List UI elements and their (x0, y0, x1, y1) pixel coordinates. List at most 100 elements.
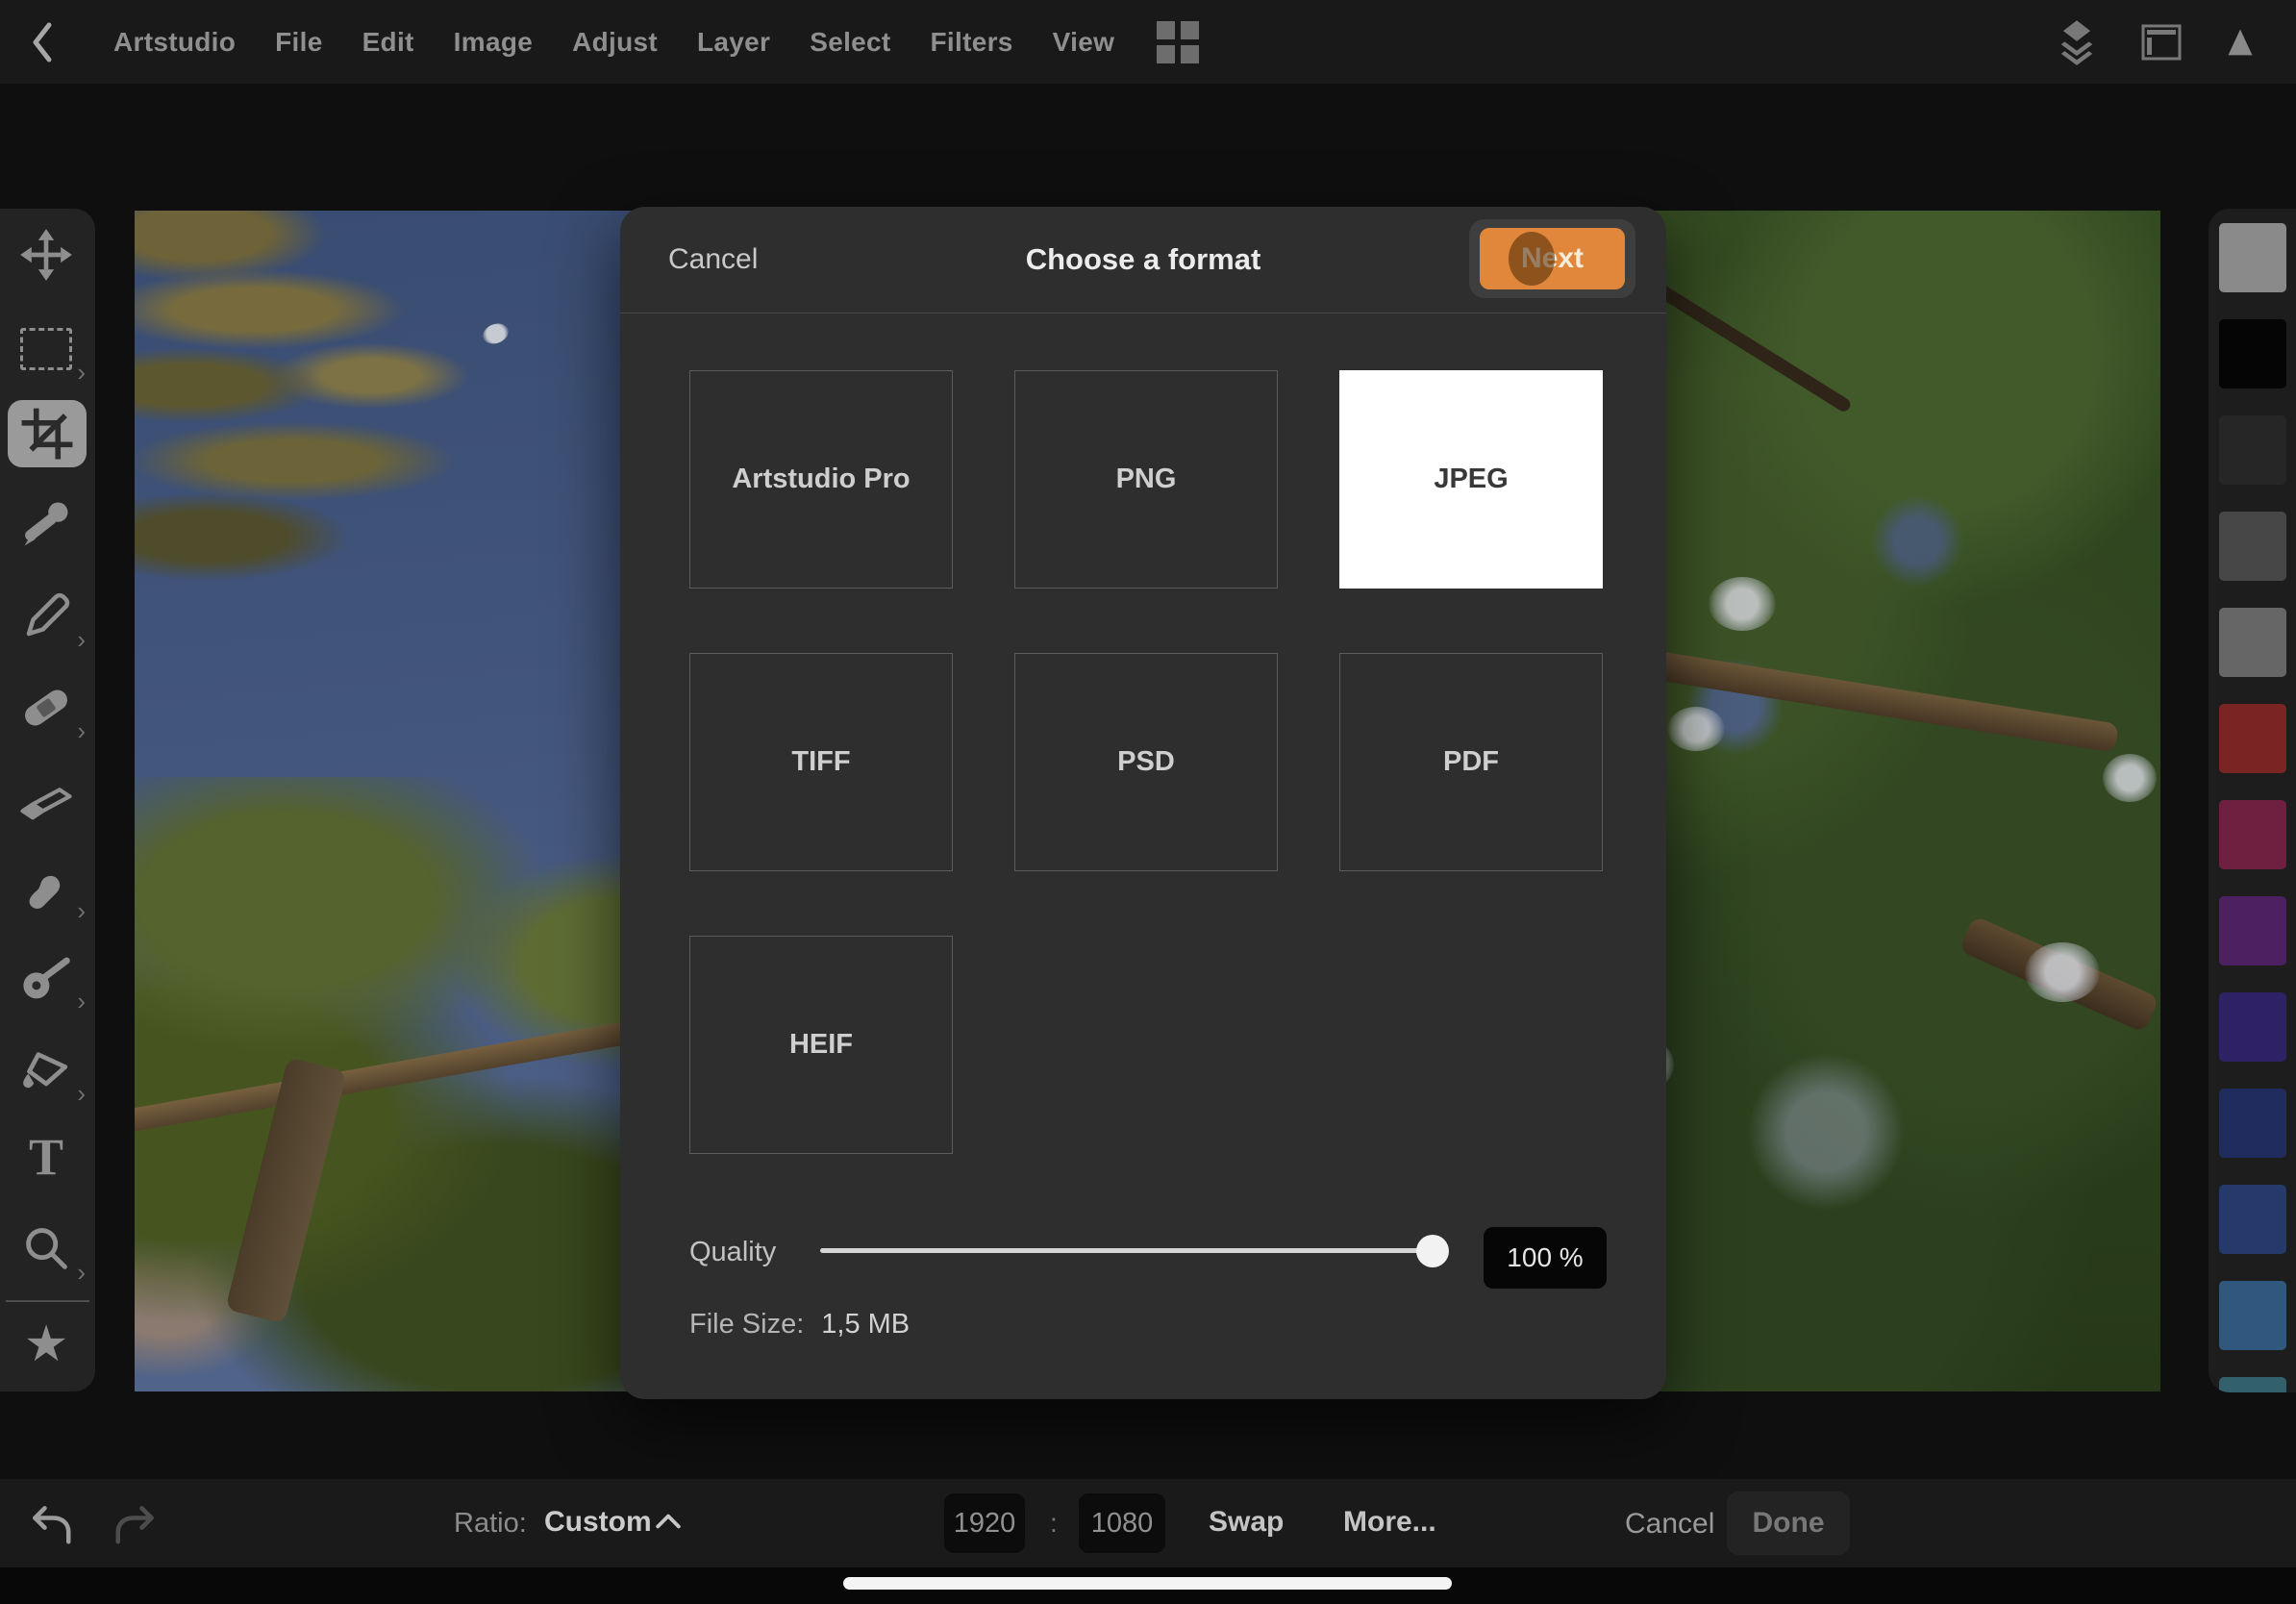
color-swatch[interactable] (2219, 896, 2286, 965)
grid-icon[interactable] (1157, 21, 1199, 63)
back-button[interactable] (29, 17, 58, 67)
menu-items: Artstudio File Edit Image Adjust Layer S… (113, 27, 1114, 58)
ratio-selector[interactable]: Custom (544, 1506, 652, 1539)
blossom (2103, 754, 2157, 802)
clone-stamp-icon (20, 952, 72, 1004)
menubar: Artstudio File Edit Image Adjust Layer S… (0, 0, 2296, 84)
home-strip (0, 1567, 2296, 1604)
dialog-header: Cancel Choose a format Next (620, 207, 1666, 313)
quality-slider-knob[interactable] (1416, 1235, 1449, 1267)
tool-panel: › › › › › › T › (0, 209, 95, 1391)
menu-select[interactable]: Select (810, 27, 890, 58)
tool-favorites[interactable]: ★ (14, 1313, 78, 1376)
crop-height-field[interactable]: 1080 (1079, 1493, 1165, 1553)
tool-pencil[interactable]: › (14, 585, 78, 648)
tool-move[interactable] (14, 223, 78, 287)
back-chevron-icon (29, 19, 54, 65)
file-size-value: 1,5 MB (821, 1309, 910, 1340)
color-swatch[interactable] (2219, 319, 2286, 388)
color-swatch[interactable] (2219, 1281, 2286, 1350)
color-swatch[interactable] (2219, 1377, 2286, 1392)
color-swatch[interactable] (2219, 800, 2286, 869)
format-grid: Artstudio Pro PNG JPEG TIFF PSD PDF HEIF (689, 370, 1603, 1154)
home-indicator[interactable] (843, 1577, 1452, 1590)
tool-eraser[interactable] (14, 764, 78, 827)
menu-filters[interactable]: Filters (931, 27, 1013, 58)
tool-crop[interactable] (8, 400, 87, 467)
move-icon (19, 228, 73, 282)
color-swatch[interactable] (2219, 992, 2286, 1062)
marquee-icon (20, 328, 72, 370)
format-tile-pdf[interactable]: PDF (1339, 653, 1603, 871)
choose-format-dialog: Cancel Choose a format Next Artstudio Pr… (620, 207, 1666, 1399)
tool-rectangular-select[interactable]: › (14, 317, 78, 381)
tool-heal[interactable]: › (14, 676, 78, 739)
pencil-icon (20, 590, 72, 642)
toolbar-divider (6, 1300, 89, 1302)
format-tile-heif[interactable]: HEIF (689, 936, 953, 1154)
format-tile-jpeg[interactable]: JPEG (1339, 370, 1603, 589)
undo-icon[interactable] (23, 1496, 75, 1548)
menu-artstudio[interactable]: Artstudio (113, 27, 236, 58)
color-swatch[interactable] (2219, 512, 2286, 581)
app-window: Artstudio File Edit Image Adjust Layer S… (0, 0, 2296, 1604)
color-swatch[interactable] (2219, 704, 2286, 773)
blossom (2025, 942, 2100, 1002)
star-icon: ★ (24, 1316, 69, 1373)
blossom (1667, 707, 1725, 751)
bottom-bar: Ratio: Custom 1920 : 1080 Swap More... C… (0, 1479, 2296, 1567)
redo-icon[interactable] (112, 1496, 163, 1548)
paint-bucket-icon (19, 1043, 73, 1097)
color-swatch[interactable] (2219, 608, 2286, 677)
swap-button[interactable]: Swap (1209, 1506, 1284, 1539)
quality-label: Quality (689, 1237, 776, 1268)
tool-eyedropper[interactable] (14, 492, 78, 556)
ratio-label: Ratio: (454, 1508, 527, 1540)
next-button[interactable]: Next (1480, 228, 1625, 289)
menu-image[interactable]: Image (454, 27, 533, 58)
layers-icon[interactable] (2052, 17, 2102, 67)
menu-adjust[interactable]: Adjust (572, 27, 658, 58)
crop-width-field[interactable]: 1920 (944, 1493, 1025, 1553)
conifer-branches (135, 211, 581, 660)
color-swatch[interactable] (2219, 415, 2286, 485)
quality-slider-track[interactable] (820, 1248, 1435, 1253)
color-swatch[interactable] (2219, 1185, 2286, 1254)
tool-clone[interactable]: › (14, 946, 78, 1010)
menu-view[interactable]: View (1053, 27, 1115, 58)
triangle-up-icon[interactable] (2221, 23, 2259, 62)
text-tool-icon: T (29, 1127, 63, 1187)
panel-icon[interactable] (2138, 19, 2184, 65)
color-swatch[interactable] (2219, 1089, 2286, 1158)
topbar-right-icons (2052, 0, 2296, 84)
file-size-label: File Size: (689, 1309, 804, 1340)
format-tile-tiff[interactable]: TIFF (689, 653, 953, 871)
crop-cancel-button[interactable]: Cancel (1625, 1508, 1714, 1541)
tool-fill[interactable]: › (14, 1039, 78, 1102)
menu-file[interactable]: File (275, 27, 322, 58)
magnifier-icon (21, 1224, 71, 1274)
bandage-icon (19, 681, 73, 735)
format-tile-png[interactable]: PNG (1014, 370, 1278, 589)
crop-icon (21, 408, 73, 460)
tool-smudge[interactable]: › (14, 856, 78, 919)
more-button[interactable]: More... (1343, 1506, 1436, 1539)
quality-value-box[interactable]: 100 % (1484, 1227, 1607, 1289)
format-tile-psd[interactable]: PSD (1014, 653, 1278, 871)
tool-zoom[interactable]: › (14, 1217, 78, 1281)
menu-edit[interactable]: Edit (362, 27, 414, 58)
menu-layer[interactable]: Layer (697, 27, 770, 58)
chevron-up-icon[interactable] (656, 1514, 681, 1529)
finger-icon (21, 863, 71, 913)
blossom (1709, 577, 1776, 631)
format-tile-artstudio-pro[interactable]: Artstudio Pro (689, 370, 953, 589)
tool-text[interactable]: T (14, 1125, 78, 1189)
crop-done-button[interactable]: Done (1727, 1491, 1850, 1555)
next-button-ring: Next (1469, 219, 1635, 298)
eyedropper-icon (20, 498, 72, 550)
touch-indicator (1509, 232, 1555, 286)
file-size-row: File Size: 1,5 MB (689, 1309, 910, 1341)
swatch-panel (2209, 209, 2296, 1392)
color-swatch[interactable] (2219, 223, 2286, 292)
quality-row: Quality 100 % (620, 1219, 1666, 1296)
